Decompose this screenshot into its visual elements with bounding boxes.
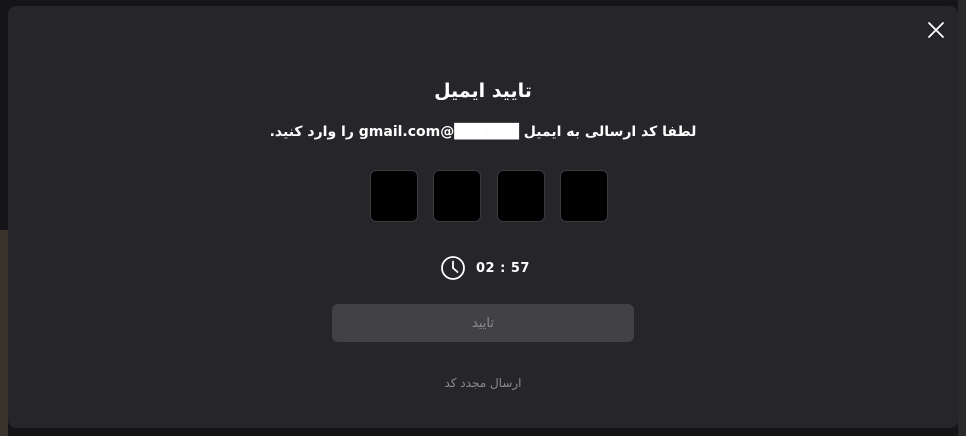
background-content-right — [958, 0, 966, 436]
countdown-timer: 02 : 57 — [440, 254, 530, 282]
otp-digit-4[interactable] — [559, 170, 608, 222]
clock-icon — [441, 256, 465, 280]
resend-code-link[interactable]: ارسال مجدد کد — [8, 376, 958, 390]
background-content-left — [0, 230, 8, 436]
otp-input-group — [370, 170, 608, 224]
modal-description: لطفا کد ارسالی به ایمیل ██████@gmail.com… — [269, 124, 697, 140]
close-button[interactable] — [926, 20, 946, 40]
close-icon — [928, 22, 944, 38]
confirm-button[interactable]: تایید — [332, 304, 634, 342]
timer-value: 02 : 57 — [476, 260, 530, 276]
modal-title: تایید ایمیل — [434, 80, 532, 102]
otp-digit-1[interactable] — [370, 170, 418, 222]
email-verification-modal: تایید ایمیل لطفا کد ارسالی به ایمیل ████… — [8, 6, 958, 428]
otp-digit-3[interactable] — [496, 170, 545, 222]
otp-digit-2[interactable] — [433, 170, 482, 222]
